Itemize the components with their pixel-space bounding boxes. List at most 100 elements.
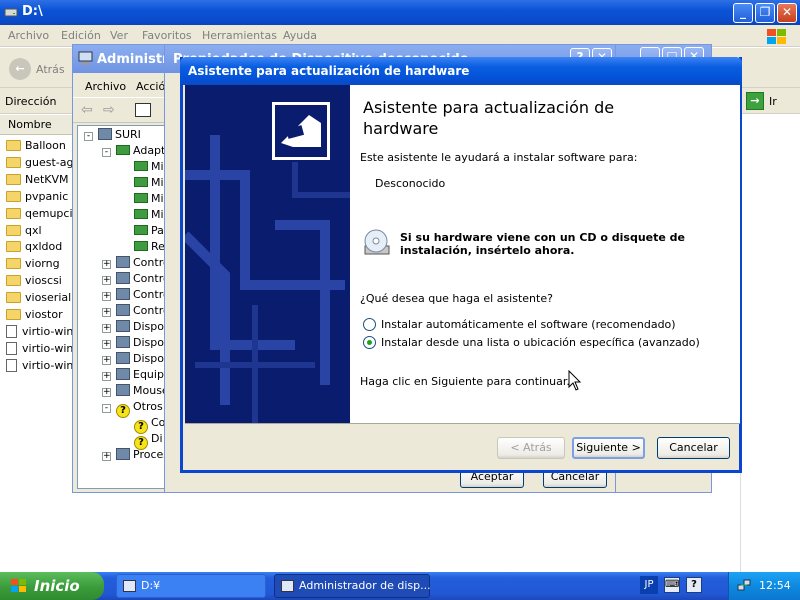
file-icon: [6, 341, 17, 355]
list-install-radio[interactable]: [363, 336, 376, 349]
expand-icon[interactable]: +: [102, 356, 111, 365]
next-button[interactable]: Siguiente >: [572, 437, 645, 459]
device-tree-item[interactable]: + Contro: [102, 304, 170, 320]
file-list-item[interactable]: vioserial: [6, 291, 71, 307]
mouse-cursor-icon: [568, 370, 582, 391]
file-list-item[interactable]: guest-age: [6, 156, 80, 172]
device-tree-item[interactable]: - Adapt: [102, 144, 165, 160]
collapse-icon[interactable]: -: [102, 404, 111, 413]
expand-icon[interactable]: +: [102, 324, 111, 333]
computer-icon: [78, 51, 93, 65]
device-tree-item[interactable]: + Contro: [102, 288, 170, 304]
folder-icon: [6, 140, 21, 151]
wizard-separator: [185, 423, 740, 424]
go-arrow-icon[interactable]: →: [746, 92, 764, 110]
properties-icon[interactable]: [135, 103, 151, 117]
taskbar-button-device-manager[interactable]: Administrador de disp...: [274, 574, 431, 598]
device-tree-item[interactable]: ? Di: [120, 432, 163, 450]
file-list-item[interactable]: pvpanic: [6, 190, 68, 206]
device-tree-item[interactable]: + Dispos: [102, 336, 170, 352]
back-arrow-icon[interactable]: ←: [9, 58, 31, 80]
device-tree-item[interactable]: + Contro: [102, 272, 170, 288]
device-tree-label: SURI: [115, 128, 141, 141]
expand-icon[interactable]: +: [102, 276, 111, 285]
device-tree-item[interactable]: Pa: [120, 224, 164, 240]
explorer-title: D:\: [22, 4, 43, 19]
cancel-button[interactable]: Cancelar: [657, 437, 730, 459]
folder-icon: [6, 309, 21, 320]
go-label[interactable]: Ir: [769, 95, 777, 108]
menu-ayuda[interactable]: Ayuda: [283, 29, 317, 42]
device-tree-label: Mi: [151, 192, 164, 205]
cd-drive-icon: [364, 229, 390, 255]
device-tree-item[interactable]: + Proces: [102, 448, 169, 464]
start-button[interactable]: Inicio: [0, 572, 104, 600]
menu-ver[interactable]: Ver: [110, 29, 128, 42]
file-list-item[interactable]: Balloon: [6, 139, 66, 155]
minimize-button[interactable]: _: [733, 3, 753, 23]
explorer-title-bar[interactable]: D:\ _ ❐ ✕: [0, 0, 800, 25]
device-tree-item[interactable]: Mi: [120, 160, 164, 176]
close-button[interactable]: ✕: [777, 3, 797, 23]
keyboard-icon[interactable]: ⌨: [664, 577, 680, 593]
drive-icon: [4, 8, 18, 17]
network-card-icon: [134, 161, 148, 171]
device-tree-item[interactable]: Mi: [120, 192, 164, 208]
device-tree-item[interactable]: - SURI: [84, 128, 141, 144]
file-list-item[interactable]: virtio-win-: [6, 341, 77, 358]
back-label[interactable]: Atrás: [36, 63, 65, 76]
file-list-item[interactable]: NetKVM: [6, 173, 69, 189]
device-tree-item[interactable]: + Contro: [102, 256, 170, 272]
menu-archivo[interactable]: Archivo: [8, 29, 49, 42]
auto-install-radio[interactable]: [363, 318, 376, 331]
back-button[interactable]: < Atrás: [497, 437, 565, 459]
device-tree-item[interactable]: + Equipo: [102, 368, 171, 384]
device-tree-item[interactable]: -? Otros: [102, 400, 163, 418]
collapse-icon[interactable]: -: [84, 132, 93, 141]
folder-icon: [6, 224, 21, 236]
device-tree-item[interactable]: ? Co: [120, 416, 165, 434]
menu-archivo[interactable]: Archivo: [85, 80, 126, 93]
network-card-icon: [134, 209, 148, 219]
expand-icon[interactable]: +: [102, 260, 111, 269]
file-list-item[interactable]: vioscsi: [6, 274, 62, 290]
device-tree-item[interactable]: Mi: [120, 208, 164, 224]
menu-favoritos[interactable]: Favoritos: [142, 29, 192, 42]
clock: 12:54: [759, 579, 791, 592]
file-list-item[interactable]: qxl: [6, 224, 42, 240]
column-name[interactable]: Nombre: [8, 118, 52, 131]
windows-flag-icon: [11, 579, 26, 592]
forward-arrow-icon[interactable]: ⇨: [103, 102, 115, 118]
file-list: Balloon guest-age NetKVM pvpanic qemupcise qx…: [0, 136, 85, 572]
device-tree-item[interactable]: + Dispos: [102, 352, 170, 368]
collapse-icon[interactable]: -: [102, 148, 111, 157]
device-tree-item[interactable]: + Dispos: [102, 320, 170, 336]
menu-edicion[interactable]: Edición: [61, 29, 101, 42]
device-tree-item[interactable]: Re: [120, 240, 165, 256]
help-icon[interactable]: ?: [686, 577, 702, 593]
file-list-item[interactable]: viorng: [6, 257, 60, 273]
device-tree-label: Adapt: [133, 144, 166, 157]
expand-icon[interactable]: +: [102, 340, 111, 349]
restore-button[interactable]: ❐: [755, 3, 775, 23]
taskbar-button-explorer[interactable]: D:¥: [116, 574, 266, 598]
device-tree-item[interactable]: + Mouse: [102, 384, 169, 400]
network-icon[interactable]: [737, 578, 752, 592]
expand-icon[interactable]: +: [102, 308, 111, 317]
menu-herramientas[interactable]: Herramientas: [202, 29, 277, 42]
expand-icon[interactable]: +: [102, 452, 111, 461]
back-arrow-icon[interactable]: ⇦: [81, 102, 93, 118]
list-install-label[interactable]: Instalar desde una lista o ubicación esp…: [381, 336, 700, 349]
auto-install-label[interactable]: Instalar automáticamente el software (re…: [381, 318, 676, 331]
device-tree-item[interactable]: Mi: [120, 176, 164, 192]
file-list-item[interactable]: virtio-win_: [6, 358, 79, 375]
expand-icon[interactable]: +: [102, 372, 111, 381]
file-list-item[interactable]: virtio-win-: [6, 324, 77, 341]
file-list-item[interactable]: viostor: [6, 308, 63, 324]
start-label: Inicio: [34, 577, 80, 595]
language-indicator[interactable]: JP: [640, 576, 658, 594]
wizard-title-bar[interactable]: Asistente para actualización de hardware: [180, 57, 742, 85]
expand-icon[interactable]: +: [102, 388, 111, 397]
expand-icon[interactable]: +: [102, 292, 111, 301]
file-list-item[interactable]: qxldod: [6, 240, 62, 256]
